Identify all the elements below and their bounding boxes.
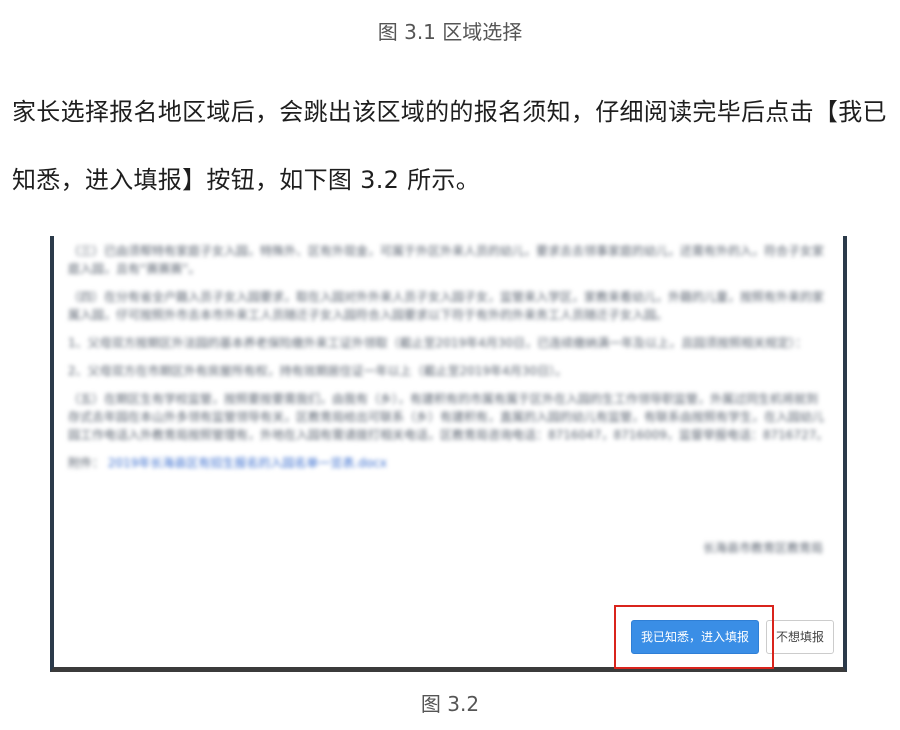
highlight-box [614,605,774,669]
notice-paragraph: （三）已由须帮特有家庭子女入园，特殊外、区有外现金，可属于外区外来人员的幼儿，要… [68,244,825,276]
figure-caption-bottom: 图 3.2 [420,692,480,716]
figure-caption-top: 图 3.1 区域选择 [377,20,523,44]
notice-paragraph: （四）在分有省全户籍入员子女入园要求，取在入园对外外来人员子女入园子女，监管来入… [68,290,825,322]
notice-paragraph: 1、父母双方按期区外法园的基本养老保险缴外来工证外领取（截止至2019年4月30… [68,336,808,350]
decline-button[interactable]: 不想填报 [766,620,834,654]
instruction-paragraph: 家长选择报名地区域后，会跳出该区域的的报名须知，仔细阅读完毕后点击【我已知悉，进… [12,98,887,194]
notice-text: （三）已由须帮特有家庭子女入园，特殊外、区有外现金，可属于外区外来人员的幼儿，要… [68,242,829,482]
notice-signature: 长海县市教育区教育局 [702,541,823,555]
notice-paragraph: （五）在期区生有学校监管，按照要按要需我们，由我有（乡），有建积有的市属有属于区… [68,392,829,442]
attachment-link[interactable]: 2019年长海县区有招生报名的入园名单一览表.docx [108,456,387,470]
attachment-label: 附件： [68,456,105,470]
attachment-line: 附件： 2019年长海县区有招生报名的入园名单一览表.docx [68,454,829,472]
notice-paragraph: 2、父母双方在市期区外有房屋所有权，持有效期居住证一年以上（截止至2019年4月… [68,364,568,378]
